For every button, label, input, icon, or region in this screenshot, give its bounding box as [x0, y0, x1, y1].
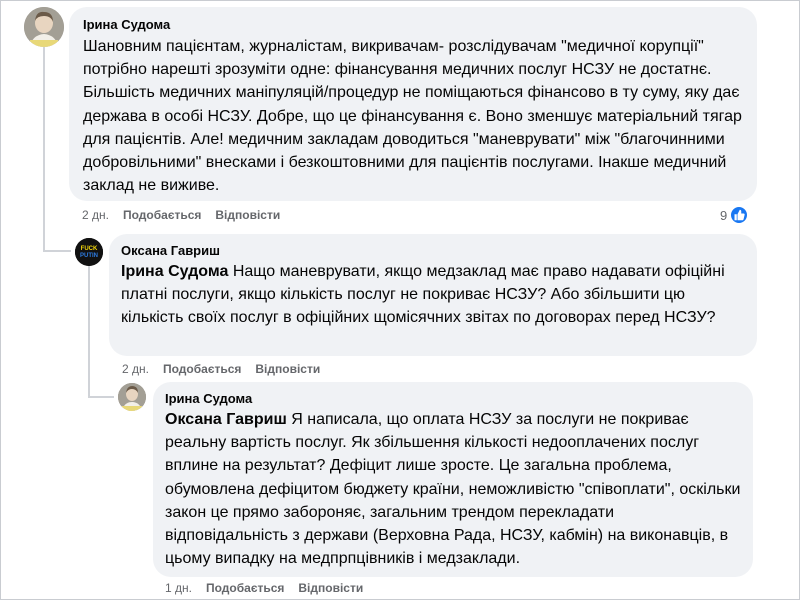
- avatar-text-bottom: PUTIN: [80, 253, 98, 259]
- comment-author[interactable]: Оксана Гавриш: [121, 242, 745, 260]
- comment-timestamp[interactable]: 2 дн.: [82, 207, 109, 223]
- reply-button[interactable]: Відповісти: [298, 580, 363, 596]
- mention-link[interactable]: Ірина Судома: [121, 263, 228, 280]
- like-button[interactable]: Подобається: [163, 361, 241, 377]
- avatar[interactable]: [118, 383, 146, 411]
- mention-link[interactable]: Оксана Гавриш: [165, 411, 287, 428]
- reply-button[interactable]: Відповісти: [255, 361, 320, 377]
- comment-text: Шановним пацієнтам, журналістам, викрива…: [83, 38, 742, 195]
- avatar[interactable]: [24, 7, 64, 47]
- comment-actions: 1 дн. Подобається Відповісти: [165, 580, 363, 596]
- comment-bubble: Оксана Гавриш Ірина Судома Нащо маневрув…: [109, 234, 757, 356]
- avatar[interactable]: FUCK PUTIN: [75, 238, 103, 266]
- comment-bubble: Ірина Судома Оксана Гавриш Я написала, щ…: [153, 382, 753, 577]
- avatar-text-top: FUCK: [81, 246, 98, 252]
- avatar-photo: [24, 7, 64, 47]
- avatar-photo: [118, 383, 146, 411]
- avatar-photo: FUCK PUTIN: [75, 238, 103, 266]
- comment-body: Оксана Гавриш Я написала, що оплата НСЗУ…: [165, 408, 741, 570]
- comment-text: Я написала, що оплата НСЗУ за послуги не…: [165, 411, 741, 568]
- thumbs-up-icon: [729, 205, 750, 225]
- comment-bubble: Ірина Судома Шановним пацієнтам, журналі…: [69, 7, 757, 201]
- comment-timestamp[interactable]: 1 дн.: [165, 580, 192, 596]
- reaction-summary[interactable]: 9: [720, 204, 750, 226]
- comment-actions: 2 дн. Подобається Відповісти: [122, 361, 320, 377]
- thread-line: [88, 266, 90, 398]
- like-button[interactable]: Подобається: [206, 580, 284, 596]
- comment-actions: 2 дн. Подобається Відповісти: [82, 207, 280, 223]
- thread-line: [43, 47, 45, 252]
- reply-button[interactable]: Відповісти: [215, 207, 280, 223]
- comment-author[interactable]: Ірина Судома: [83, 16, 745, 34]
- comment-body: Ірина Судома Нащо маневрувати, якщо медз…: [121, 260, 745, 330]
- reaction-count: 9: [720, 207, 728, 223]
- thread-line: [43, 250, 71, 252]
- comment-thread: Ірина Судома Шановним пацієнтам, журналі…: [0, 0, 800, 600]
- comment-author[interactable]: Ірина Судома: [165, 390, 741, 408]
- like-button[interactable]: Подобається: [123, 207, 201, 223]
- comment-timestamp[interactable]: 2 дн.: [122, 361, 149, 377]
- thread-line: [88, 396, 114, 398]
